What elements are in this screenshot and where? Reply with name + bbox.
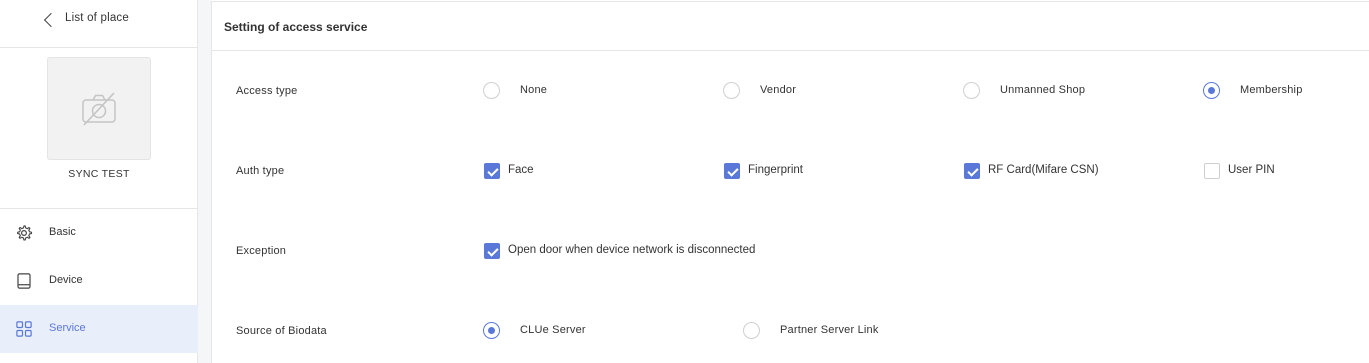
checkbox-unchecked[interactable] — [1204, 163, 1220, 179]
sidebar: List of place SYNC TEST Basic Device Ser… — [0, 0, 198, 363]
checkbox-label: Face — [508, 164, 534, 176]
grid-icon — [16, 321, 32, 337]
place-image-placeholder — [47, 57, 151, 160]
checkbox-checked[interactable] — [724, 163, 740, 179]
sidebar-item-label: Device — [49, 274, 83, 286]
auth-user-pin-checkbox[interactable]: User PIN — [1204, 163, 1324, 181]
access-type-label: Access type — [236, 85, 298, 97]
place-name: SYNC TEST — [68, 168, 130, 180]
exception-label: Exception — [236, 245, 287, 257]
sidebar-item-service[interactable]: Service — [0, 305, 198, 353]
section-header: Setting of access service — [212, 2, 1369, 51]
sidebar-item-device[interactable]: Device — [0, 257, 198, 305]
biodata-clue-server-radio[interactable]: CLUe Server — [483, 322, 623, 340]
access-type-vendor-radio[interactable]: Vendor — [723, 82, 843, 100]
checkbox-label: Fingerprint — [748, 164, 803, 176]
sidebar-item-label: Basic — [49, 226, 76, 238]
open-door-when-disconnected-checkbox[interactable]: Open door when device network is disconn… — [484, 243, 804, 261]
back-label: List of place — [65, 12, 129, 24]
access-type-none-radio[interactable]: None — [483, 82, 603, 100]
checkbox-label: Open door when device network is disconn… — [508, 244, 756, 256]
radio-label: Membership — [1240, 84, 1303, 96]
auth-rf-card-checkbox[interactable]: RF Card(Mifare CSN) — [964, 163, 1134, 181]
radio-label: Unmanned Shop — [1000, 84, 1086, 96]
no-camera-icon — [82, 92, 116, 126]
checkbox-checked[interactable] — [484, 243, 500, 259]
checkbox-label: RF Card(Mifare CSN) — [988, 164, 1099, 176]
sidebar-item-basic[interactable]: Basic — [0, 209, 198, 257]
radio-label: CLUe Server — [520, 324, 586, 336]
auth-type-label: Auth type — [236, 165, 285, 177]
chevron-left-icon — [43, 12, 59, 28]
checkbox-label: User PIN — [1228, 164, 1275, 176]
radio-label: Vendor — [760, 84, 797, 96]
service-settings-panel: Setting of access service Access type No… — [211, 1, 1369, 363]
auth-face-checkbox[interactable]: Face — [484, 163, 604, 181]
radio-circle[interactable] — [723, 82, 740, 99]
radio-circle-selected[interactable] — [1203, 82, 1220, 99]
source-of-biodata-label: Source of Biodata — [236, 325, 327, 337]
radio-label: Partner Server Link — [780, 324, 879, 336]
back-to-list-link[interactable]: List of place — [0, 0, 198, 48]
checkbox-checked[interactable] — [964, 163, 980, 179]
tablet-icon — [17, 273, 31, 289]
sidebar-item-label: Service — [49, 322, 86, 334]
checkbox-checked[interactable] — [484, 163, 500, 179]
radio-circle[interactable] — [963, 82, 980, 99]
layout-gap — [198, 0, 211, 363]
biodata-partner-server-link-radio[interactable]: Partner Server Link — [743, 322, 913, 340]
gear-icon — [17, 225, 33, 241]
radio-circle[interactable] — [483, 82, 500, 99]
section-title: Setting of access service — [224, 20, 368, 34]
radio-circle[interactable] — [743, 322, 760, 339]
auth-fingerprint-checkbox[interactable]: Fingerprint — [724, 163, 864, 181]
radio-circle-selected[interactable] — [483, 322, 500, 339]
access-type-membership-radio[interactable]: Membership — [1203, 82, 1333, 100]
access-type-unmanned-shop-radio[interactable]: Unmanned Shop — [963, 82, 1123, 100]
radio-label: None — [520, 84, 548, 96]
